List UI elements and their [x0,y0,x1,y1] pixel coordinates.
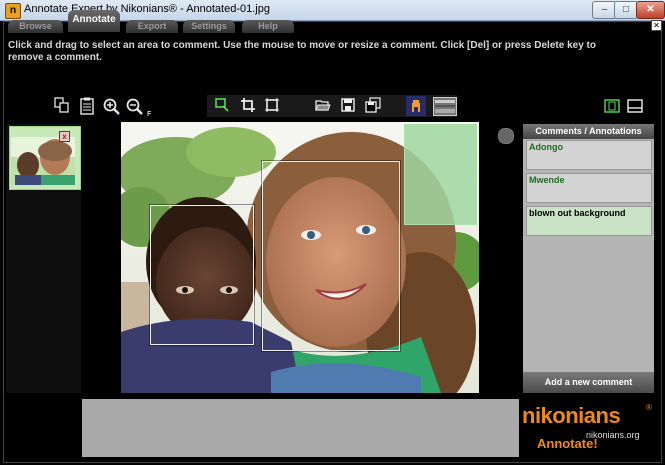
nikonians-logo: nikonians [522,403,621,428]
save-all-icon[interactable] [363,97,383,115]
close-panel-icon[interactable]: ✕ [651,20,662,31]
comment-item-background[interactable]: blown out background [526,206,652,236]
annotation-box-mwende[interactable] [262,161,400,351]
window-title: Annotate Expert by Nikonians® - Annotate… [24,3,270,15]
comment-item-mwende[interactable]: Mwende [526,173,652,203]
layout-icon[interactable] [625,98,645,116]
tab-settings[interactable]: Settings [183,20,235,33]
remove-thumbnail-button[interactable]: x [59,131,70,142]
comment-preview-area [82,399,519,457]
comments-header: Comments / Annotations [523,124,654,139]
annotation-box-background[interactable] [404,124,477,225]
logo-tagline: Annotate! [537,436,598,451]
tab-annotate[interactable]: Annotate [68,10,120,32]
tab-help[interactable]: Help [242,20,294,33]
tab-export[interactable]: Export [126,20,178,33]
registered-mark: ® [646,403,652,412]
copy-icon[interactable] [52,97,72,115]
zoom-out-icon[interactable] [125,98,145,116]
picture-icon[interactable] [433,97,457,116]
close-button[interactable]: ✕ [636,1,665,19]
annotation-box-adongo[interactable] [150,205,254,345]
comment-item-adongo[interactable]: Adongo [526,140,652,170]
instructions-text: Click and drag to select an area to comm… [8,40,596,63]
select-region-icon[interactable] [212,97,232,115]
maximize-button[interactable]: □ [614,1,638,19]
app-icon[interactable]: n [5,3,21,19]
info-icon[interactable] [498,128,514,144]
zoom-in-icon[interactable] [102,98,122,116]
crop-alt-icon[interactable] [262,97,282,115]
save-icon[interactable] [338,97,358,115]
user-icon[interactable] [406,96,426,116]
open-folder-icon[interactable] [313,97,333,115]
add-comment-button[interactable]: Add a new comment [523,372,654,393]
thumbnail-image[interactable] [11,137,75,185]
tab-browse[interactable]: Browse [8,20,63,33]
crop-icon[interactable] [238,97,258,115]
filmstrip-icon[interactable] [602,98,622,116]
zoom-fit-hint: F [147,111,152,118]
paste-icon[interactable] [77,97,97,115]
